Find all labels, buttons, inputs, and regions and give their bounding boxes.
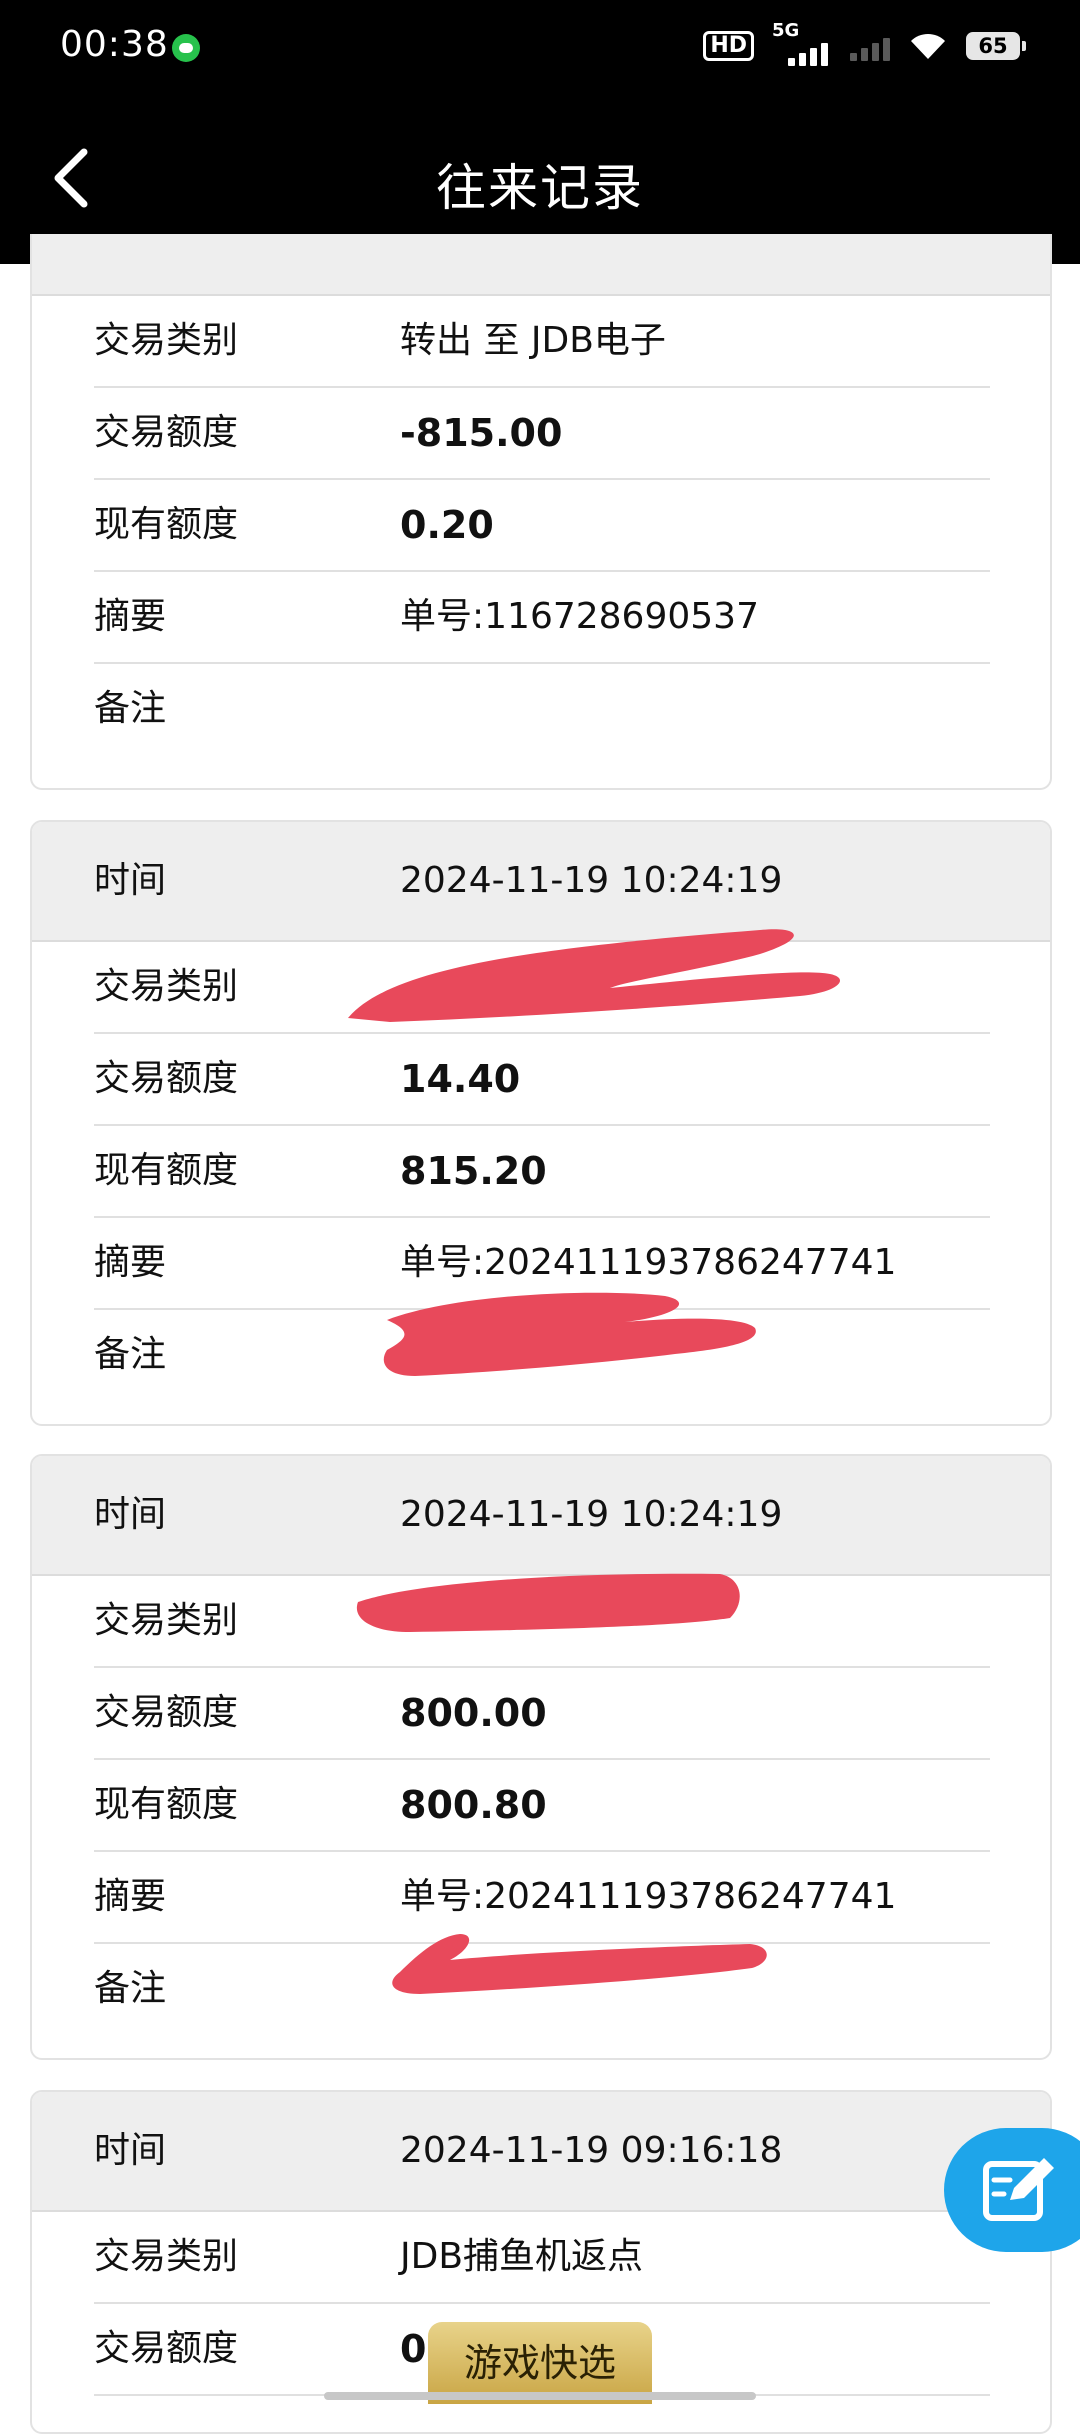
record-amount-value: 800.00 (400, 1691, 547, 1735)
edit-icon (983, 2158, 1054, 2221)
record-amount-row: 交易额度 800.00 (94, 1668, 990, 1760)
record-time-value: 2024-11-19 10:24:19 (400, 1494, 783, 1535)
redaction-mark (356, 1573, 740, 1632)
record-card: 交易类别 转出 至 JDB电子 交易额度 -815.00 现有额度 0.20 摘… (30, 234, 1052, 790)
record-amount-row: 交易额度 -815.00 (94, 388, 990, 480)
record-category-value: 转出 至 JDB电子 (400, 320, 666, 361)
record-summary-row: 摘要 单号:116728690537 (94, 572, 990, 664)
record-balance-value: 815.20 (400, 1149, 547, 1193)
record-category-row: 交易类别 转出 至 JDB电子 (94, 296, 990, 388)
record-time-row: 时间 2024-11-19 10:24:19 (32, 1456, 1050, 1576)
chat-notification-icon (172, 34, 200, 62)
redaction-mark (392, 1934, 767, 1994)
signal-5g-icon: 5G (772, 20, 832, 66)
home-indicator[interactable] (324, 2392, 756, 2400)
record-category-value: JDB捕鱼机返点 (400, 2236, 644, 2277)
battery-icon: 65 (966, 32, 1026, 60)
record-category-row: 交易类别 JDB捕鱼机返点 (94, 2212, 990, 2304)
record-balance-row: 现有额度 0.20 (94, 480, 990, 572)
record-summary-value: 单号:116728690537 (400, 596, 759, 637)
record-balance-value: 0.20 (400, 503, 494, 547)
record-balance-value: 800.80 (400, 1783, 547, 1827)
wifi-icon (908, 31, 948, 61)
record-note-row: 备注 (94, 688, 167, 729)
redaction-mark (383, 1292, 756, 1376)
record-balance-row: 现有额度 800.80 (94, 1760, 990, 1852)
status-bar: 00:38 HD 5G 65 (0, 0, 1080, 92)
redaction-mark (348, 929, 840, 1022)
status-icons: HD 5G 65 (703, 20, 1026, 66)
record-amount-row: 交易额度 14.40 (94, 1034, 990, 1126)
record-amount-value: -815.00 (400, 411, 563, 455)
page-title: 往来记录 (436, 159, 644, 217)
record-amount-value: 14.40 (400, 1057, 521, 1101)
record-time-row: 时间 2024-11-19 09:16:18 (32, 2092, 1050, 2212)
hd-voice-icon: HD (703, 31, 754, 61)
signal-sim2-icon (850, 31, 890, 61)
edit-fab[interactable] (944, 2128, 1080, 2252)
record-time-row (32, 234, 1050, 296)
record-time-value: 2024-11-19 09:16:18 (400, 2130, 783, 2171)
record-balance-row: 现有额度 815.20 (94, 1126, 990, 1218)
status-time: 00:38 (60, 24, 169, 65)
